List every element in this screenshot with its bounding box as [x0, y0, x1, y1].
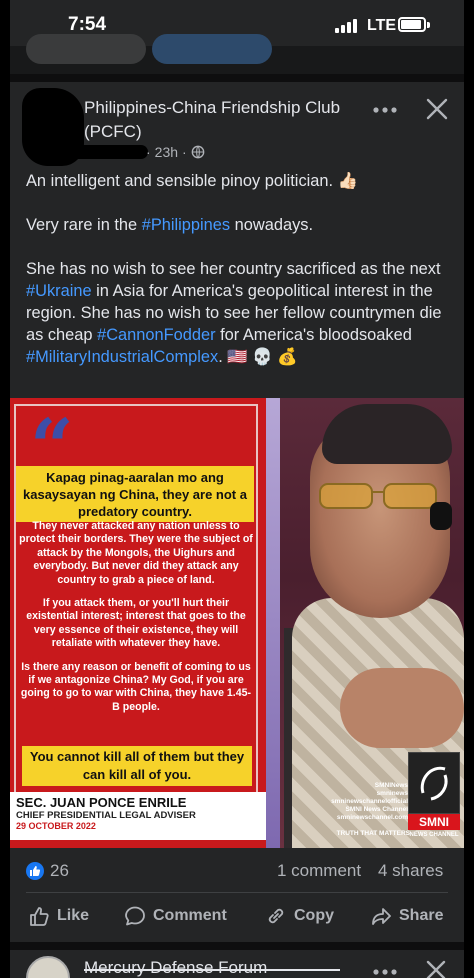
post-text-segment: Very rare in the	[26, 216, 142, 234]
action-divider	[26, 892, 448, 893]
photo-glasses	[319, 483, 437, 509]
post-text-segment: . 🇺🇸 💀 💰	[218, 348, 298, 366]
post-text-segment: for America's bloodsoaked	[215, 326, 412, 344]
battery-tip	[427, 22, 430, 28]
social-handle: smninews	[376, 790, 408, 797]
signal-bars-icon	[335, 19, 357, 33]
thumbs-up-icon	[30, 907, 49, 926]
social-handle: smninewschannel.com	[336, 814, 408, 821]
smni-brand: SMNI	[408, 814, 460, 830]
redaction-mark	[70, 145, 148, 159]
post-meta: · 23h ·	[146, 144, 205, 160]
comments-count[interactable]: 1 comment	[277, 861, 361, 881]
status-time: 7:54	[68, 14, 107, 35]
speaker-title: CHIEF PRESIDENTIAL LEGAL ADVISER	[16, 810, 196, 821]
photo-stripe	[266, 398, 280, 848]
social-handle: smninewschannelofficial	[331, 798, 408, 805]
quote-headline: Kapag pinag-aaralan mo ang kasaysayan ng…	[16, 466, 254, 522]
comment-button[interactable]: Comment	[124, 902, 227, 930]
social-handle: SMNI News Channel	[345, 806, 408, 813]
quote-closing: You cannot kill all of them but they can…	[22, 746, 252, 786]
post-paragraph: Very rare in the #Philippines nowadays.	[26, 214, 456, 236]
photo-hair	[322, 404, 452, 464]
like-reaction-icon[interactable]	[26, 862, 44, 880]
feed-divider	[10, 942, 464, 950]
headphone-icon	[430, 502, 452, 530]
quote-paragraph: They never attacked any nation unless to…	[19, 520, 253, 586]
hashtag-link[interactable]: #CannonFodder	[97, 326, 215, 344]
battery-icon	[398, 17, 426, 32]
smni-logo: SMNI NEWS CHANNEL	[408, 752, 460, 842]
share-arrow-icon	[372, 908, 391, 925]
post-text-segment: An intelligent and sensible pinoy politi…	[26, 172, 359, 190]
post-text-segment: She has no wish to see her country sacri…	[26, 260, 441, 278]
smni-logo-mark	[408, 752, 460, 814]
post-image[interactable]: “ Kapag pinag-aaralan mo ang kasaysayan …	[10, 398, 464, 848]
quote-panel: “ Kapag pinag-aaralan mo ang kasaysayan …	[10, 398, 266, 848]
post-time[interactable]: 23h	[155, 144, 178, 160]
social-handle: SMNINews	[374, 782, 408, 789]
smni-brand-sub: NEWS CHANNEL	[409, 832, 459, 838]
filter-chip-active[interactable]	[152, 34, 272, 64]
copy-label: Copy	[294, 907, 334, 924]
shares-count[interactable]: 4 shares	[378, 861, 443, 881]
reaction-count[interactable]: 26	[50, 861, 69, 881]
hashtag-link[interactable]: #MilitaryIndustrialComplex	[26, 348, 218, 366]
comment-bubble-icon	[125, 906, 145, 926]
network-type: LTE	[367, 17, 397, 34]
like-label: Like	[57, 907, 90, 924]
comment-label: Comment	[153, 907, 227, 924]
post-paragraph: She has no wish to see her country sacri…	[26, 258, 456, 368]
social-handles: SMNINews smninews smninewschannelofficia…	[326, 782, 408, 822]
post-body-text: An intelligent and sensible pinoy politi…	[26, 170, 456, 390]
more-options-icon[interactable]	[370, 966, 400, 978]
separator-dot: ·	[182, 144, 187, 160]
like-button[interactable]: Like	[28, 902, 89, 930]
globe-icon	[191, 145, 205, 159]
brand-tagline: TRUTH THAT MATTERS	[336, 830, 410, 837]
filter-chip[interactable]	[26, 34, 146, 64]
next-post-author-label: Mercury Defense Forum	[84, 958, 268, 977]
hashtag-link[interactable]: #Ukraine	[26, 282, 92, 300]
speaker-date: 29 OCTOBER 2022	[16, 821, 96, 831]
more-options-icon[interactable]	[370, 100, 400, 120]
quote-paragraph: Is there any reason or benefit of coming…	[20, 660, 252, 713]
close-icon[interactable]	[424, 96, 450, 122]
photo-hand	[340, 668, 464, 748]
post-author-name[interactable]: Philippines-China Friendship Club (PCFC)	[84, 96, 354, 144]
facebook-feed-screen: 7:54 LTE Philippines-China Friendship Cl…	[10, 0, 464, 978]
share-button[interactable]: Share	[370, 902, 443, 930]
hashtag-link[interactable]: #Philippines	[142, 216, 230, 234]
overlay-line	[84, 969, 340, 971]
share-label: Share	[399, 907, 444, 924]
post-text-segment: nowadays.	[230, 216, 314, 234]
close-icon[interactable]	[424, 958, 448, 978]
copy-button[interactable]: Copy	[265, 902, 334, 930]
feed-divider	[10, 74, 464, 82]
speaker-name: SEC. JUAN PONCE ENRILE	[16, 795, 187, 810]
quote-body: They never attacked any nation unless to…	[18, 520, 254, 724]
next-post-author-name[interactable]: Mercury Defense Forum	[84, 958, 340, 978]
separator-dot: ·	[146, 144, 151, 160]
link-icon	[268, 908, 284, 924]
quote-paragraph: If you attack them, or you'll hurt their…	[26, 597, 246, 650]
post-paragraph: An intelligent and sensible pinoy politi…	[26, 170, 456, 192]
